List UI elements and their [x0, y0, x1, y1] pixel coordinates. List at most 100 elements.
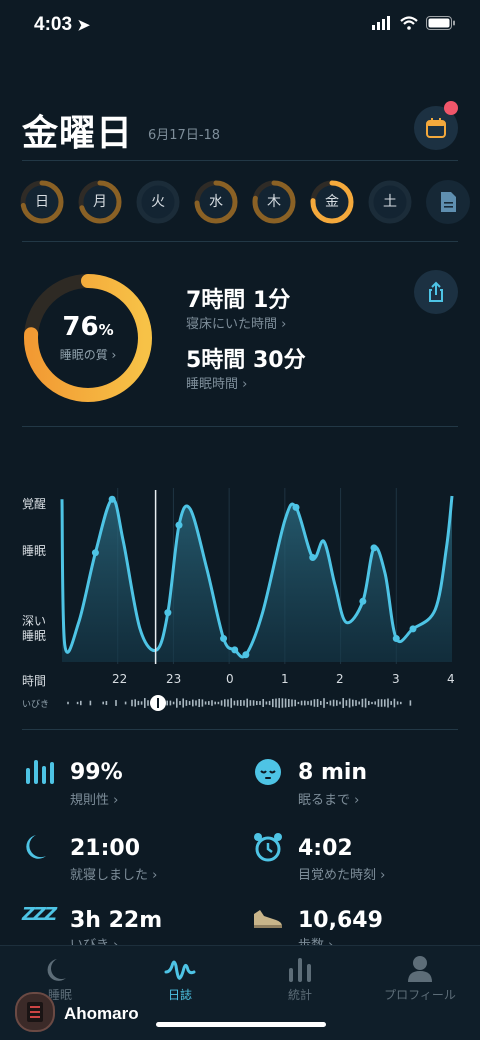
- x-tick-3: 3: [392, 672, 400, 686]
- steps-label[interactable]: 歩数 ›: [298, 934, 333, 945]
- calendar-icon: [426, 118, 446, 138]
- snore-tick: [233, 700, 236, 706]
- x-axis-title: 時間: [22, 674, 47, 688]
- divider: [22, 160, 458, 161]
- snore-marker: [231, 646, 239, 654]
- snore-scrubber-mark: [157, 698, 159, 708]
- snore-tick: [304, 700, 306, 706]
- snore-tick: [384, 699, 386, 707]
- snore-tick: [268, 700, 271, 706]
- snore-tick: [310, 700, 312, 706]
- sleep-time-label[interactable]: 睡眠時間 ›: [186, 373, 247, 392]
- snore-tick: [105, 701, 108, 705]
- snore-tick: [332, 699, 335, 707]
- sleep-latency-label[interactable]: 眠るまで ›: [298, 789, 359, 808]
- snore-tick: [243, 700, 245, 706]
- snore-tick: [390, 701, 392, 705]
- snore-tick: [134, 699, 136, 707]
- sleep-quality-value: 76%: [62, 312, 114, 342]
- day-fri[interactable]: 金: [310, 180, 354, 224]
- snore-tick: [252, 700, 255, 706]
- divider: [22, 729, 458, 730]
- snore-tick: [147, 700, 149, 706]
- regularity-label[interactable]: 規則性 ›: [70, 789, 118, 808]
- snore-tick: [249, 700, 252, 706]
- snore-tick: [345, 700, 348, 706]
- alarm-clock-icon: [254, 833, 282, 862]
- time-in-bed-label[interactable]: 寝床にいた時間 ›: [186, 313, 286, 332]
- x-tick-23: 23: [166, 672, 182, 686]
- snore-tick: [182, 698, 184, 708]
- status-time: 4:03 ➤: [34, 14, 90, 35]
- avatar-seal-icon: [27, 1002, 43, 1022]
- bar-chart-icon: [289, 958, 311, 982]
- x-tick-22: 22: [112, 672, 128, 686]
- day-tue[interactable]: 火: [136, 180, 180, 224]
- snore-tick: [76, 701, 79, 705]
- snore-tick: [291, 699, 293, 707]
- avatar[interactable]: [15, 992, 55, 1032]
- snore-tick: [364, 698, 367, 708]
- snore-tick: [396, 701, 399, 705]
- day-thu[interactable]: 木: [252, 180, 296, 224]
- snore-label: いびき: [22, 700, 50, 710]
- snore-tick: [140, 701, 143, 705]
- snore-tick: [214, 701, 216, 705]
- snore-tick: [307, 701, 309, 705]
- sleep-graph[interactable]: [0, 480, 480, 670]
- day-wed[interactable]: 水: [194, 180, 238, 224]
- sleep-quality-label[interactable]: 睡眠の質 ›: [22, 346, 154, 363]
- snore-tick: [166, 700, 168, 706]
- snore-marker: [359, 597, 367, 605]
- snore-tick: [211, 700, 213, 706]
- snore-tick: [246, 698, 248, 708]
- snore-tick: [220, 700, 223, 706]
- snore-tick: [179, 701, 181, 705]
- sleepy-face-icon: [255, 759, 281, 785]
- moon-icon: [26, 835, 46, 859]
- moon-icon: [47, 959, 66, 981]
- snore-tick: [323, 698, 325, 708]
- shoe-icon: [254, 910, 282, 928]
- snore-tick: [281, 698, 284, 708]
- snoring-label[interactable]: いびき ›: [70, 934, 118, 945]
- snore-tick: [185, 700, 188, 706]
- snore-tick: [195, 700, 197, 706]
- snore-tick: [284, 698, 287, 708]
- snore-tick: [236, 700, 239, 706]
- snore-tick: [265, 701, 268, 705]
- snore-marker: [164, 609, 172, 617]
- snore-tick: [288, 699, 290, 707]
- snore-marker: [108, 495, 116, 503]
- page-title: 金曜日: [22, 113, 134, 154]
- day-sat[interactable]: 土: [368, 180, 412, 224]
- snore-marker: [392, 635, 400, 643]
- person-icon: [408, 956, 432, 982]
- snore-marker: [242, 651, 250, 659]
- share-button[interactable]: [414, 270, 458, 314]
- day-mon[interactable]: 月: [78, 180, 122, 224]
- document-icon: [441, 192, 456, 212]
- bedtime-label[interactable]: 就寝しました ›: [70, 864, 157, 883]
- snore-marker: [220, 635, 228, 643]
- snore-tick: [102, 701, 104, 705]
- wakeup-label[interactable]: 目覚めた時刻 ›: [298, 864, 385, 883]
- share-icon: [429, 281, 443, 302]
- snore-tick: [377, 699, 380, 707]
- snore-tick: [320, 700, 322, 706]
- snore-tick: [259, 701, 261, 705]
- snore-tick: [329, 700, 332, 706]
- snore-marker: [409, 625, 417, 633]
- snore-tick: [339, 701, 341, 705]
- snore-tick: [217, 701, 220, 705]
- snore-tick: [80, 700, 82, 706]
- snore-tick: [297, 701, 300, 705]
- snore-timeline[interactable]: [60, 690, 460, 716]
- notes-button[interactable]: [426, 180, 470, 224]
- snore-marker: [91, 549, 99, 557]
- day-sun[interactable]: 日: [20, 180, 64, 224]
- snore-tick: [387, 698, 389, 708]
- snore-tick: [300, 700, 303, 706]
- wakeup-value: 4:02: [298, 836, 353, 861]
- snore-tick: [201, 699, 204, 707]
